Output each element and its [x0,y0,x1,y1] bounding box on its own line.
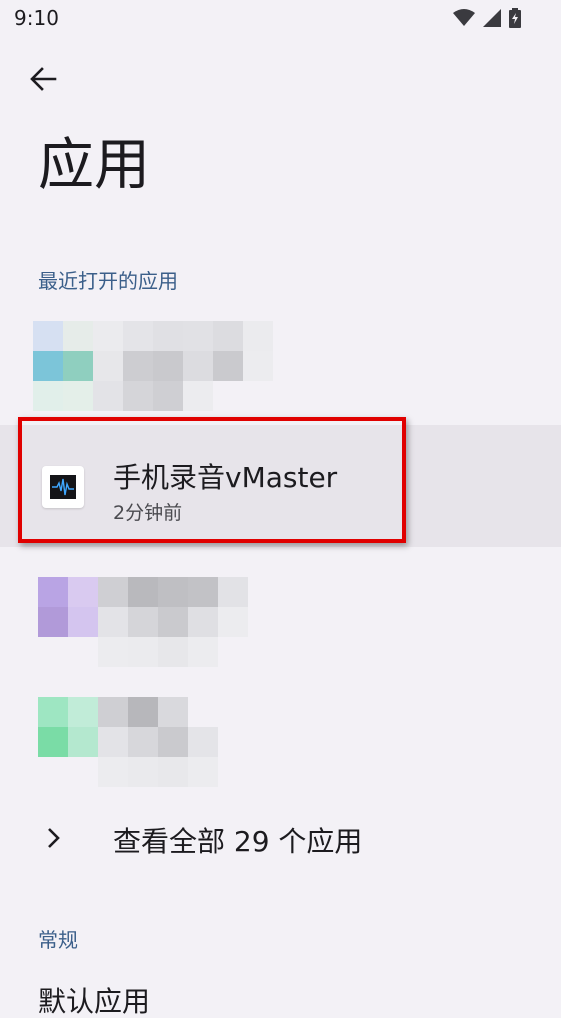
recent-app-item-redacted[interactable] [33,321,273,411]
page-title: 应用 [38,133,150,198]
cellular-signal-icon [483,9,501,31]
status-icons [453,8,521,32]
recent-app-item-redacted[interactable] [38,577,248,667]
battery-charging-icon [509,8,521,32]
highlight-frame [18,417,406,543]
general-section-header: 常规 [38,928,78,952]
arrow-left-icon [29,66,57,96]
back-button[interactable] [18,58,68,104]
chevron-right-icon [46,826,62,854]
default-apps-item[interactable]: 默认应用 [38,988,150,1016]
see-all-apps-button[interactable]: 查看全部 29 个应用 [0,800,561,876]
recent-apps-header: 最近打开的应用 [38,269,178,293]
see-all-apps-label: 查看全部 29 个应用 [113,825,363,858]
recent-app-item-redacted[interactable] [38,697,218,787]
status-time: 9:10 [14,6,59,30]
status-bar: 9:10 [0,0,561,40]
wifi-icon [453,9,475,31]
